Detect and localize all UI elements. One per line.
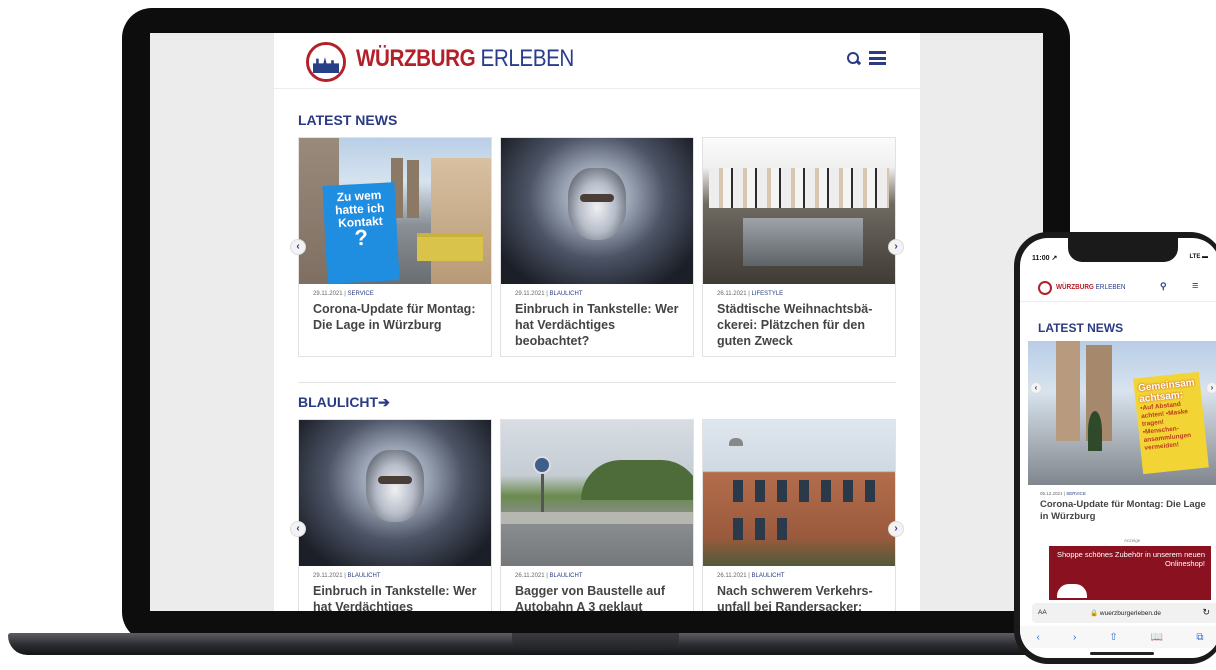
latest-news-carousel: Zu wem hatte ich Kontakt? 29.11.2021 | S… [290,137,904,357]
card-title[interactable]: Städtische Weihnachtsbä­ckerei: Plätzche… [703,297,895,349]
site-logo[interactable]: WÜRZBURG ERLEBEN [356,45,574,73]
card-image [299,420,491,566]
sign-image-text: Zu wem hatte ich Kontakt? [322,182,400,284]
card-image [703,420,895,566]
phone-status: LTE ▬ [1189,254,1208,260]
blaulicht-carousel: 29.11.2021 | BLAULICHT Einbruch in Tanks… [290,419,904,611]
news-card[interactable]: 26.11.2021 | BLAULICHT Nach schwerem Ver… [702,419,896,611]
logo-badge-icon[interactable] [306,42,346,82]
ad-label: Anzeige [1124,538,1141,543]
carousel-next-button[interactable]: › [888,239,904,255]
card-meta: 29.11.2021 | SERVICE [313,291,374,297]
home-indicator [1090,652,1154,655]
card-meta: 26.11.2021 | LIFESTYLE [717,291,784,297]
latest-news-heading: LATEST NEWS [298,112,398,128]
phone-card-meta: 06.12.2021 | SERVICE [1040,491,1086,496]
sign-image-text: Gemeinsam achtsam: •Auf Abstand achten! •… [1133,371,1209,475]
news-card[interactable]: 26.11.2021 | BLAULICHT Bagger von Bauste… [500,419,694,611]
card-title[interactable]: Einbruch in Tankstelle: Wer hat Verdächt… [501,297,693,349]
news-card[interactable]: 26.11.2021 | LIFESTYLE Städtische Weihna… [702,137,896,357]
phone-screen: 11:00 ↗ LTE ▬ WÜRZBURG ERLEBEN ⚲ ≡ LATES… [1020,238,1216,658]
news-card[interactable]: Zu wem hatte ich Kontakt? 29.11.2021 | S… [298,137,492,357]
carousel-prev-button[interactable]: ‹ [290,521,306,537]
card-image: Zu wem hatte ich Kontakt? [299,138,491,284]
search-icon[interactable] [847,52,861,66]
card-meta: 29.11.2021 | BLAULICHT [515,291,583,297]
header-icons [847,49,886,66]
card-title[interactable]: Corona-Update für Montag: Die Lage in Wü… [299,297,491,333]
phone-card-title[interactable]: Corona-Update für Montag: Die Lage in Wü… [1040,499,1210,523]
share-icon[interactable]: ⇧ [1109,632,1117,643]
card-meta: 29.11.2021 | BLAULICHT [313,573,381,579]
carousel-next-button[interactable]: › [888,521,904,537]
phone-card-image[interactable]: Gemeinsam achtsam: •Auf Abstand achten! •… [1028,341,1216,485]
logo-thin: ERLEBEN [480,45,575,72]
browser-address-bar[interactable]: AA 🔒 wuerzburgerleben.de ↻ [1032,603,1216,623]
forward-icon[interactable]: › [1073,632,1076,643]
phone-time: 11:00 ↗ [1032,255,1058,262]
blaulicht-heading[interactable]: BLAULICHT➔ [298,394,390,411]
menu-icon[interactable] [869,51,886,65]
reload-icon[interactable]: ↻ [1202,607,1210,618]
card-meta: 26.11.2021 | BLAULICHT [515,573,583,579]
carousel-next-button[interactable]: › [1206,382,1216,394]
card-meta: 26.11.2021 | BLAULICHT [717,573,785,579]
text-size-button[interactable]: AA [1038,609,1047,616]
mockup-stage: WÜRZBURG ERLEBEN LATEST NEWS Zu wem hatt… [0,0,1216,670]
laptop-trackpad-notch [512,633,679,650]
phone-logo[interactable]: WÜRZBURG ERLEBEN [1056,282,1125,291]
phone-latest-news-heading: LATEST NEWS [1038,321,1124,335]
bookmarks-icon[interactable]: 📖 [1151,632,1163,643]
browser-toolbar: ‹ › ⇧ 📖 ⧉ [1020,626,1216,648]
arrow-right-icon: ➔ [378,394,390,410]
card-image [501,420,693,566]
card-image [703,138,895,284]
news-card[interactable]: 29.11.2021 | BLAULICHT Einbruch in Tanks… [500,137,694,357]
phone-site-header: WÜRZBURG ERLEBEN ⚲ ≡ [1020,272,1216,302]
search-icon[interactable]: ⚲ [1160,281,1167,292]
logo-badge-icon[interactable] [1038,281,1052,295]
website: WÜRZBURG ERLEBEN LATEST NEWS Zu wem hatt… [274,33,920,611]
site-header: WÜRZBURG ERLEBEN [274,33,920,89]
card-title[interactable]: Einbruch in Tankstelle: Wer hat Verdächt… [299,579,491,611]
news-card[interactable]: 29.11.2021 | BLAULICHT Einbruch in Tanks… [298,419,492,611]
card-image [501,138,693,284]
menu-icon[interactable]: ≡ [1192,280,1198,292]
url-text[interactable]: 🔒 wuerzburgerleben.de [1090,609,1161,617]
carousel-prev-button[interactable]: ‹ [290,239,306,255]
back-icon[interactable]: ‹ [1037,632,1040,643]
ad-banner[interactable]: Shoppe schönes Zubehör in unserem neuen … [1049,546,1211,600]
card-title[interactable]: Nach schwerem Verkehrs­unfall bei Rander… [703,579,895,611]
phone-notch [1068,238,1178,262]
section-divider [298,382,896,383]
logo-bold: WÜRZBURG [356,45,476,72]
laptop-screen: WÜRZBURG ERLEBEN LATEST NEWS Zu wem hatt… [150,33,1043,611]
card-title[interactable]: Bagger von Baustelle auf Autobahn A 3 ge… [501,579,693,611]
tabs-icon[interactable]: ⧉ [1196,632,1203,643]
carousel-prev-button[interactable]: ‹ [1030,382,1042,394]
